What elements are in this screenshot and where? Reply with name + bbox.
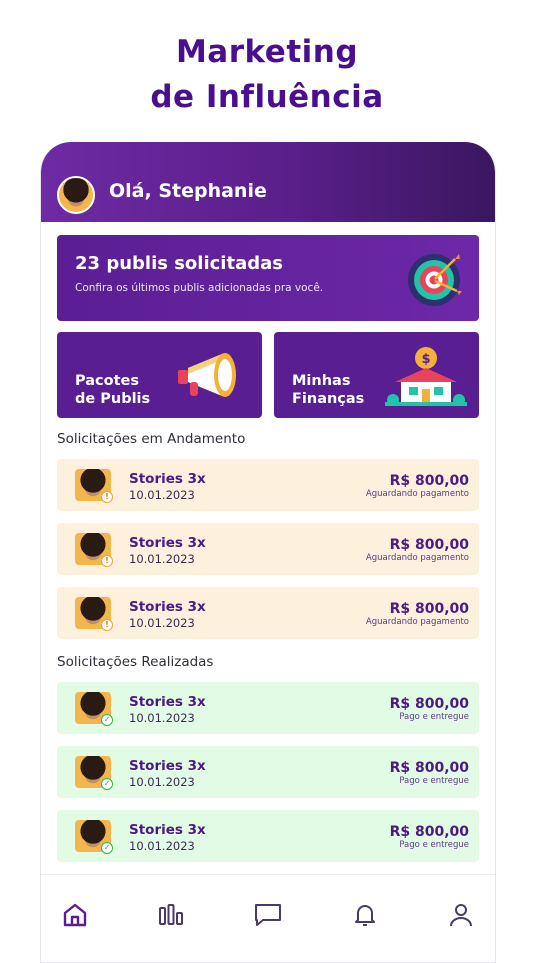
request-status: Pago e entregue (399, 776, 469, 786)
tab-messages[interactable] (248, 897, 288, 933)
request-date: 10.01.2023 (129, 775, 195, 789)
request-price: R$ 800,00 (389, 824, 469, 840)
request-status: Pago e entregue (399, 712, 469, 722)
headline-line-2: de Influência (150, 79, 384, 115)
done-request-card[interactable]: ✓ Stories 3x 10.01.2023 R$ 800,00 Pago e… (57, 746, 479, 798)
request-status: Aguardando pagamento (365, 617, 469, 627)
done-request-card[interactable]: ✓ Stories 3x 10.01.2023 R$ 800,00 Pago e… (57, 682, 479, 734)
home-icon (63, 903, 87, 927)
tab-stats[interactable] (151, 897, 191, 933)
request-date: 10.01.2023 (129, 616, 195, 630)
pending-section-title: Solicitações em Andamento (57, 431, 246, 447)
house-money-icon: $ (385, 347, 467, 406)
chart-icon (159, 904, 183, 925)
chat-icon (255, 904, 281, 926)
request-title: Stories 3x (129, 758, 206, 774)
top-bar: Olá, Stephanie (41, 142, 495, 222)
banner-title: 23 publis solicitadas (75, 253, 283, 274)
megaphone-icon (178, 353, 236, 397)
publis-banner[interactable]: 23 publis solicitadas Confira os últimos… (57, 235, 479, 321)
request-date: 10.01.2023 (129, 839, 195, 853)
request-price: R$ 800,00 (389, 473, 469, 489)
pending-request-card[interactable]: ! Stories 3x 10.01.2023 R$ 800,00 Aguard… (57, 523, 479, 575)
warning-icon: ! (101, 619, 113, 631)
bell-icon (355, 905, 375, 926)
done-section-title: Solicitações Realizadas (57, 654, 214, 670)
check-icon: ✓ (101, 842, 113, 854)
request-price: R$ 800,00 (389, 601, 469, 617)
warning-icon: ! (101, 555, 113, 567)
request-title: Stories 3x (129, 599, 206, 615)
phone-screen: Olá, Stephanie 23 publis solicitadas Con… (40, 142, 496, 963)
greeting: Olá, Stephanie (109, 180, 267, 202)
check-icon: ✓ (101, 714, 113, 726)
request-status: Aguardando pagamento (365, 489, 469, 499)
request-title: Stories 3x (129, 694, 206, 710)
warning-icon: ! (101, 491, 113, 503)
avatar[interactable] (57, 176, 95, 214)
request-price: R$ 800,00 (389, 696, 469, 712)
request-title: Stories 3x (129, 471, 206, 487)
done-request-card[interactable]: ✓ Stories 3x 10.01.2023 R$ 800,00 Pago e… (57, 810, 479, 862)
pending-request-card[interactable]: ! Stories 3x 10.01.2023 R$ 800,00 Aguard… (57, 587, 479, 639)
tile-label: Pacotes de Publis (75, 373, 151, 407)
check-icon: ✓ (101, 778, 113, 790)
tab-notifications[interactable] (345, 897, 385, 933)
tile-pacotes-de-publis[interactable]: Pacotes de Publis (57, 332, 262, 418)
pending-request-card[interactable]: ! Stories 3x 10.01.2023 R$ 800,00 Aguard… (57, 459, 479, 511)
tile-minhas-financas[interactable]: Minhas Finanças $ (274, 332, 479, 418)
request-status: Aguardando pagamento (365, 553, 469, 563)
request-date: 10.01.2023 (129, 552, 195, 566)
headline-line-1: Marketing (175, 34, 359, 70)
tile-label: Minhas Finanças (292, 373, 365, 407)
request-price: R$ 800,00 (389, 760, 469, 776)
tab-home[interactable] (55, 897, 95, 933)
tab-profile[interactable] (441, 897, 481, 933)
svg-text:$: $ (421, 352, 430, 367)
request-title: Stories 3x (129, 822, 206, 838)
request-price: R$ 800,00 (389, 537, 469, 553)
request-status: Pago e entregue (399, 840, 469, 850)
request-title: Stories 3x (129, 535, 206, 551)
banner-subtitle: Confira os últimos publis adicionadas pr… (75, 282, 324, 294)
request-date: 10.01.2023 (129, 711, 195, 725)
target-icon (408, 254, 462, 306)
request-date: 10.01.2023 (129, 488, 195, 502)
user-icon (450, 904, 472, 927)
